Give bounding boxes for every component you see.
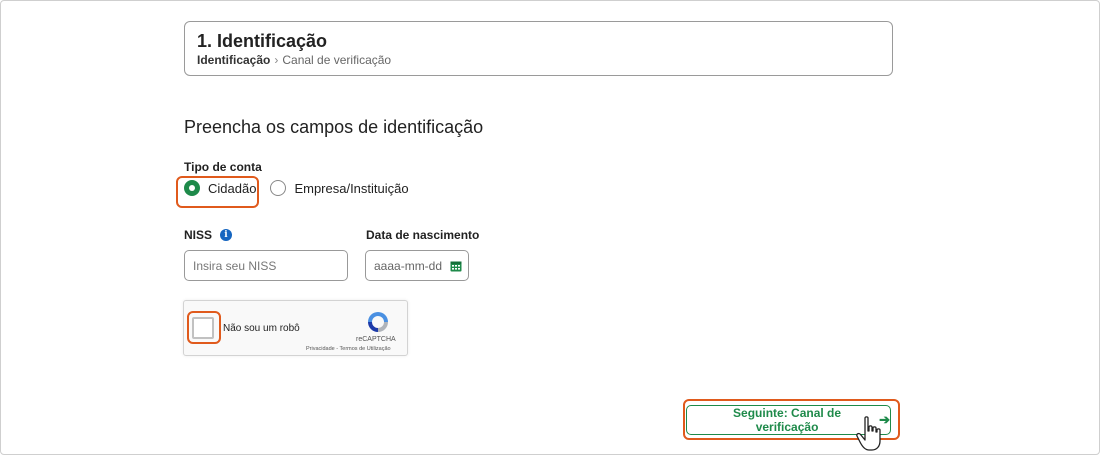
radio-empresa-label[interactable]: Empresa/Instituição bbox=[294, 181, 408, 196]
step-title: 1. Identificação bbox=[197, 31, 328, 51]
recaptcha-logo-icon bbox=[368, 312, 388, 332]
birth-date-label: Data de nascimento bbox=[366, 228, 480, 242]
info-icon[interactable]: i bbox=[220, 229, 233, 241]
recaptcha-links[interactable]: Privacidade - Termos de Utilização bbox=[306, 346, 391, 352]
radio-empresa[interactable] bbox=[270, 180, 287, 196]
recaptcha-label: Não sou um robô bbox=[223, 323, 300, 334]
highlight-captcha bbox=[187, 311, 221, 344]
breadcrumb: Identificação › Canal de verificação bbox=[197, 53, 880, 67]
form-heading: Preencha os campos de identificação bbox=[184, 117, 484, 137]
breadcrumb-current: Identificação bbox=[197, 53, 271, 67]
calendar-icon[interactable] bbox=[450, 260, 462, 272]
account-type-label: Tipo de conta bbox=[184, 160, 262, 174]
step-header-card: 1. Identificação Identificação › Canal d… bbox=[184, 21, 893, 76]
birth-date-input[interactable]: aaaa-mm-dd bbox=[365, 250, 469, 281]
hand-cursor-icon bbox=[856, 416, 881, 451]
recaptcha-brand: reCAPTCHA bbox=[356, 336, 396, 343]
highlight-cidadao bbox=[176, 176, 259, 208]
radio-option-empresa[interactable]: Empresa/Instituição bbox=[270, 180, 409, 196]
niss-label: NISS bbox=[184, 228, 213, 242]
niss-input[interactable] bbox=[184, 250, 348, 281]
breadcrumb-separator-icon: › bbox=[274, 53, 279, 67]
breadcrumb-next: Canal de verificação bbox=[282, 53, 392, 67]
niss-label-row: NISS i bbox=[184, 228, 233, 242]
birth-date-placeholder: aaaa-mm-dd bbox=[374, 258, 443, 273]
